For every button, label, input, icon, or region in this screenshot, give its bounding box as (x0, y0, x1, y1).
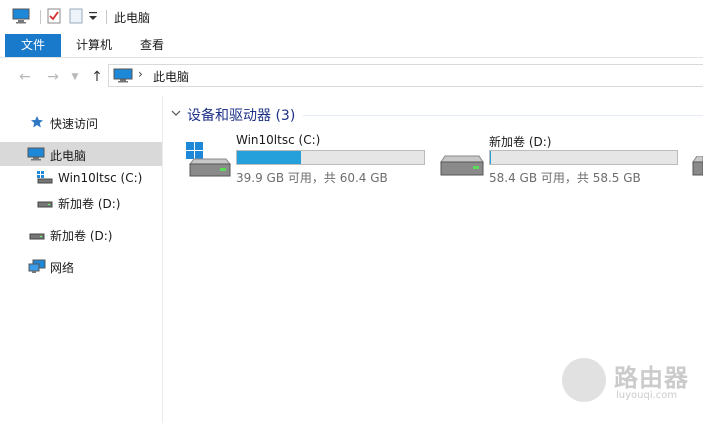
drive-icon (37, 198, 53, 212)
watermark-text: 路由器 (614, 364, 689, 392)
windows-drive-icon (37, 171, 53, 187)
watermark: 路由器 luyouqi.com (560, 352, 700, 412)
separator (40, 10, 41, 24)
tab-view[interactable]: 查看 (128, 34, 176, 57)
address-bar[interactable]: › 此电脑 (108, 64, 703, 87)
back-button[interactable]: ← (16, 68, 34, 86)
forward-button[interactable]: → (44, 68, 62, 86)
chevron-down-icon[interactable] (171, 106, 181, 120)
drive-name: 新加卷 (D:) (489, 135, 552, 149)
sidebar-item-label: 新加卷 (D:) (50, 229, 113, 243)
windows-drive-icon (186, 142, 232, 181)
customize-toolbar-dropdown-icon[interactable] (88, 9, 98, 26)
sidebar-item-label: 网络 (50, 261, 75, 275)
sidebar-item-label: 此电脑 (50, 149, 87, 163)
watermark-subtext: luyouqi.com (616, 390, 678, 401)
computer-icon (27, 147, 45, 164)
drive-tile-d[interactable]: 新加卷 (D:) 58.4 GB 可用，共 58.5 GB (439, 132, 687, 186)
ribbon: 文件 计算机 查看 (0, 34, 703, 58)
sidebar-item-drive-c[interactable]: Win10ltsc (C:) (0, 166, 162, 190)
sidebar-item-quick-access[interactable]: 快速访问 (0, 110, 162, 134)
breadcrumb-chevron-icon[interactable]: › (138, 67, 143, 81)
sidebar-item-label: 新加卷 (D:) (58, 197, 121, 211)
network-icon (28, 259, 46, 277)
sidebar-item-drive-d[interactable]: 新加卷 (D:) (0, 190, 162, 214)
new-folder-icon[interactable] (69, 8, 83, 27)
sidebar-item-label: 快速访问 (50, 117, 99, 131)
navigation-pane: 快速访问 此电脑 Win10ltsc (C:) 新加卷 (D:) 新加卷 (D:… (0, 96, 163, 423)
window-title: 此电脑 (114, 11, 151, 25)
tab-file[interactable]: 文件 (5, 34, 61, 57)
group-header[interactable]: 设备和驱动器 (3) (187, 105, 295, 125)
drive-space-info: 39.9 GB 可用，共 60.4 GB (236, 171, 388, 185)
divider (303, 115, 703, 116)
drive-usage-fill (237, 151, 301, 164)
router-logo-icon (562, 358, 606, 402)
computer-icon[interactable] (12, 8, 30, 27)
computer-icon (113, 68, 133, 86)
drive-icon[interactable] (691, 155, 703, 179)
address-toolbar: ← → ▼ ↑ › 此电脑 (0, 58, 703, 96)
sidebar-item-drive-d-root[interactable]: 新加卷 (D:) (0, 222, 162, 246)
drive-tile-c[interactable]: Win10ltsc (C:) 39.9 GB 可用，共 60.4 GB (186, 132, 434, 186)
properties-icon[interactable] (47, 8, 61, 27)
up-button[interactable]: ↑ (88, 68, 106, 86)
breadcrumb-item[interactable]: 此电脑 (153, 68, 189, 85)
sidebar-item-this-pc[interactable]: 此电脑 (0, 142, 162, 166)
drive-usage-bar (236, 150, 425, 165)
sidebar-item-network[interactable]: 网络 (0, 254, 162, 278)
drive-name: Win10ltsc (C:) (236, 133, 321, 147)
separator (106, 10, 107, 24)
recent-locations-dropdown[interactable]: ▼ (66, 68, 84, 86)
drive-icon (29, 230, 45, 244)
tab-computer[interactable]: 计算机 (64, 34, 124, 57)
title-bar: 此电脑 (0, 0, 703, 34)
drive-icon (439, 142, 485, 181)
drive-space-info: 58.4 GB 可用，共 58.5 GB (489, 171, 641, 185)
sidebar-item-label: Win10ltsc (C:) (58, 171, 143, 185)
drive-usage-bar (489, 150, 678, 165)
star-icon (30, 115, 44, 132)
